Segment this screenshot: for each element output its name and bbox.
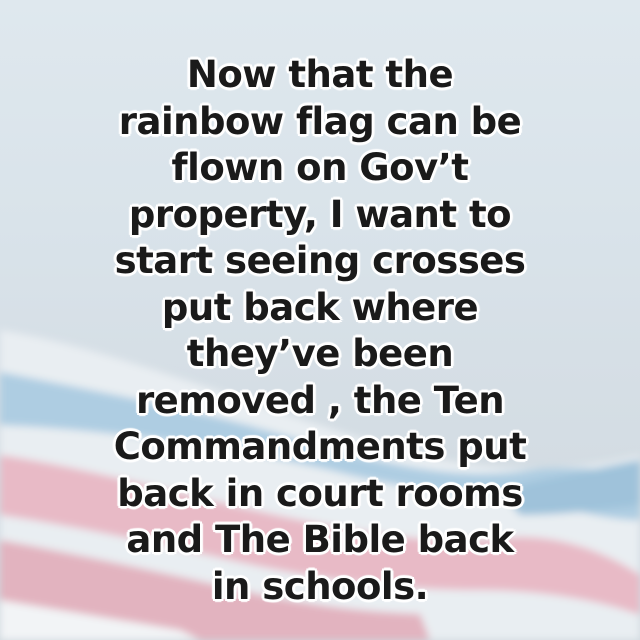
meme-text-line: in schools. (211, 564, 429, 608)
meme-text-line: put back where (161, 285, 479, 329)
meme-text-line: they’ve been (186, 332, 454, 375)
meme-text-line: Commandments put (113, 425, 527, 468)
meme-text-line: back in court rooms (117, 471, 523, 515)
meme-text-line: and The Bible back (126, 518, 514, 561)
meme-text-line: Now that the (186, 53, 454, 96)
meme-text-line: removed , the Ten (135, 378, 505, 422)
meme-text: Now that the rainbow flag can be flown o… (30, 52, 610, 610)
meme-text-line: property, I want to (128, 192, 512, 236)
meme-text-line: rainbow flag can be (118, 99, 522, 143)
image-canvas: Now that the rainbow flag can be flown o… (0, 0, 640, 640)
meme-text-line: flown on Gov’t (171, 146, 469, 189)
meme-text-line: start seeing crosses (114, 239, 526, 282)
